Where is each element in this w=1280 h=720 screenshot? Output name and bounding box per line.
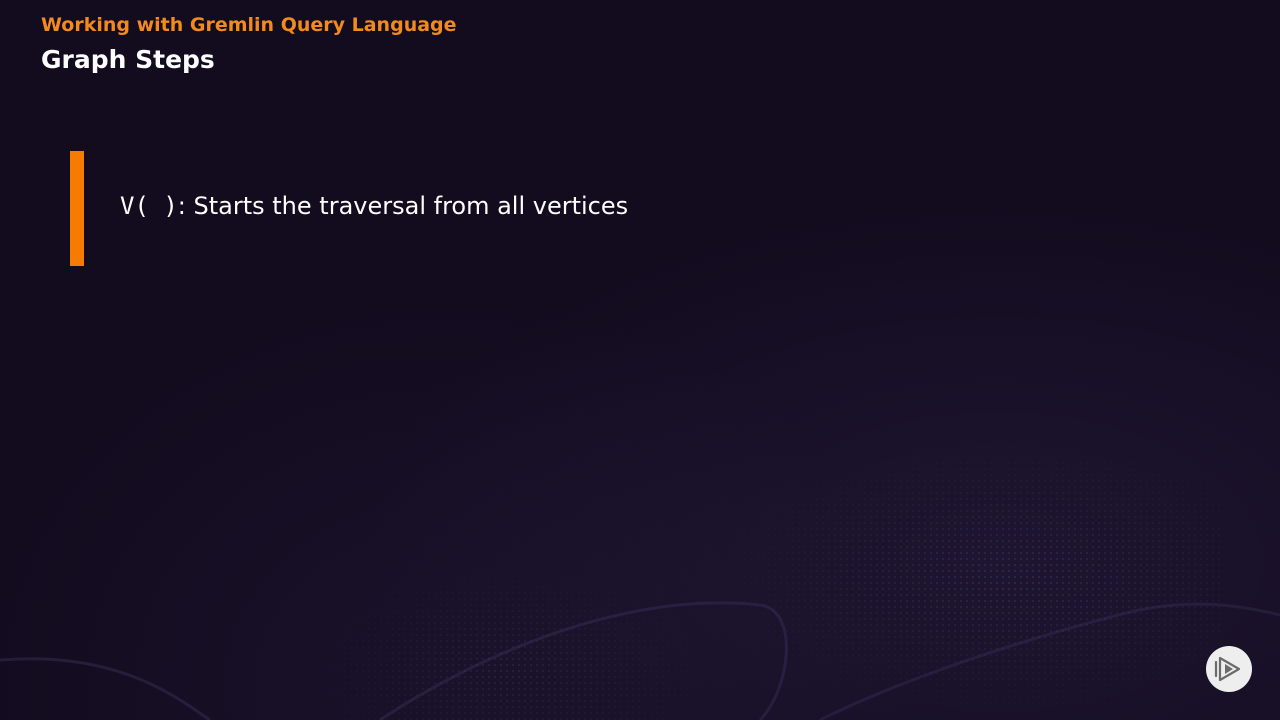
slide: Working with Gremlin Query Language Grap…	[0, 0, 1280, 720]
background-swirl-lines	[0, 601, 1280, 720]
bullet-text: : Starts the traversal from all vertices	[177, 192, 629, 220]
module-title: Graph Steps	[41, 45, 215, 74]
course-title: Working with Gremlin Query Language	[41, 14, 457, 36]
play-logo-icon	[1206, 646, 1252, 692]
bullet-item: V( ): Starts the traversal from all vert…	[120, 192, 628, 220]
accent-bar	[70, 151, 84, 266]
bullet-code: V( )	[120, 192, 178, 220]
